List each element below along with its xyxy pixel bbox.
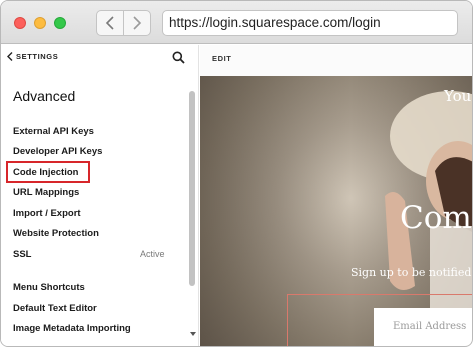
email-placeholder: Email Address <box>393 321 467 332</box>
sidebar-item-menu-shortcuts[interactable]: Menu Shortcuts <box>13 282 85 293</box>
address-bar[interactable]: https://login.squarespace.com/login <box>162 10 458 36</box>
hero-heading: Comi <box>400 200 472 236</box>
chevron-left-icon <box>7 52 13 61</box>
scroll-down-arrow-icon[interactable] <box>189 330 197 338</box>
sidebar-item-developer-api-keys[interactable]: Developer API Keys <box>13 146 102 157</box>
chevron-right-icon <box>133 16 142 30</box>
sidebar-item-default-text-editor[interactable]: Default Text Editor <box>13 303 97 314</box>
chevron-left-icon <box>105 16 114 30</box>
sidebar-header: SETTINGS <box>1 45 199 71</box>
sidebar-scrollbar[interactable] <box>189 91 195 286</box>
sidebar-item-url-mappings[interactable]: URL Mappings <box>13 187 79 198</box>
ssl-status-badge: Active <box>140 249 165 259</box>
panel-title: Advanced <box>13 88 76 104</box>
forward-button[interactable] <box>123 11 150 35</box>
sidebar-item-external-api-keys[interactable]: External API Keys <box>13 126 94 137</box>
sidebar-item-ssl[interactable]: SSL <box>13 249 31 260</box>
edit-button[interactable]: EDIT <box>212 54 231 63</box>
settings-sidebar: SETTINGS Advanced External API Keys Deve… <box>1 45 199 346</box>
site-editor: EDIT You Comi Sign up to be notified w E… <box>200 45 473 346</box>
title-bar: https://login.squarespace.com/login <box>1 1 472 44</box>
close-window-button[interactable] <box>14 17 26 29</box>
code-injection-highlight <box>6 161 90 183</box>
sidebar-item-image-metadata-importing[interactable]: Image Metadata Importing <box>13 323 131 334</box>
zoom-window-button[interactable] <box>54 17 66 29</box>
back-to-settings-link[interactable]: SETTINGS <box>7 52 58 61</box>
site-preview[interactable]: You Comi Sign up to be notified w Email … <box>200 76 473 346</box>
hero-heading-top: You <box>444 87 472 105</box>
minimize-window-button[interactable] <box>34 17 46 29</box>
hero-subtext: Sign up to be notified w <box>351 266 473 279</box>
history-nav <box>96 10 151 36</box>
browser-window: https://login.squarespace.com/login SETT… <box>0 0 473 347</box>
sidebar-item-website-protection[interactable]: Website Protection <box>13 228 99 239</box>
sidebar-item-import-export[interactable]: Import / Export <box>13 208 81 219</box>
back-label: SETTINGS <box>16 52 59 61</box>
back-button[interactable] <box>97 11 123 35</box>
search-icon[interactable] <box>172 51 185 64</box>
